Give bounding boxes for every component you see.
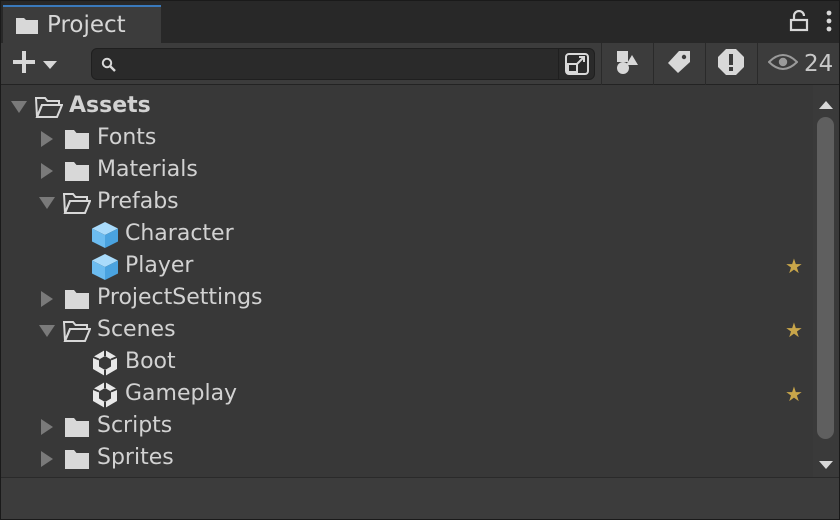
project-tree[interactable]: Assets Fonts Materials Prefabs Character Play… — [1, 85, 813, 477]
lock-icon[interactable] — [789, 9, 809, 36]
tree-item[interactable]: Assets — [1, 91, 813, 123]
scrollbar-thumb[interactable] — [817, 117, 834, 439]
expand-arrow-right-icon[interactable] — [37, 161, 57, 181]
tree-item-label: Gameplay — [125, 381, 238, 406]
tree-item-label: Materials — [97, 157, 198, 182]
hidden-count: 24 — [804, 51, 834, 77]
tree-item-label: Scripts — [97, 413, 173, 438]
folder-open-icon — [63, 189, 91, 217]
expand-arrow-right-icon[interactable] — [37, 289, 57, 309]
expand-arrow-right-icon[interactable] — [37, 129, 57, 149]
favorite-star-icon[interactable]: ★ — [785, 318, 803, 342]
warning-icon — [717, 48, 745, 80]
tree-item[interactable]: Character — [1, 219, 813, 251]
tab-project[interactable]: Project — [3, 5, 161, 43]
folder-open-icon — [35, 93, 63, 121]
prefab-icon — [91, 253, 119, 281]
tree-item-label: Sprites — [97, 445, 174, 470]
footer-bar — [1, 477, 839, 519]
expand-arrow-right-icon[interactable] — [37, 417, 57, 437]
tree-item[interactable]: Gameplay ★ — [1, 379, 813, 411]
chevron-down-icon — [43, 55, 57, 74]
folder-icon — [63, 413, 91, 441]
tree-item[interactable]: ProjectSettings — [1, 283, 813, 315]
tag-icon — [667, 50, 691, 78]
hidden-packages-toggle[interactable]: 24 — [757, 43, 839, 85]
prefab-icon — [91, 221, 119, 249]
folder-open-icon — [63, 317, 91, 345]
search-divider — [558, 49, 559, 79]
favorite-star-icon[interactable]: ★ — [785, 382, 803, 406]
plus-icon — [11, 49, 37, 79]
tree-item-label: Fonts — [97, 125, 157, 150]
scroll-down-icon[interactable] — [819, 455, 833, 474]
unity-scene-icon — [91, 349, 119, 377]
shapes-icon — [614, 49, 640, 79]
tree-item[interactable]: Prefabs — [1, 187, 813, 219]
folder-icon — [63, 445, 91, 473]
folder-icon — [63, 157, 91, 185]
more-icon[interactable] — [825, 10, 833, 36]
tree-item[interactable]: Boot — [1, 347, 813, 379]
search-input[interactable] — [122, 51, 558, 77]
tree-item-label: ProjectSettings — [97, 285, 263, 310]
tab-bar: Project — [1, 1, 839, 43]
tree-item[interactable]: Player ★ — [1, 251, 813, 283]
expand-arrow-down-icon[interactable] — [9, 97, 29, 117]
tab-title: Project — [47, 12, 126, 38]
filter-by-label-button[interactable] — [653, 43, 703, 85]
filter-by-type-button[interactable] — [601, 43, 651, 85]
tree-item[interactable]: Scenes ★ — [1, 315, 813, 347]
expand-arrow-right-icon[interactable] — [37, 449, 57, 469]
favorite-star-icon[interactable]: ★ — [785, 254, 803, 278]
folder-icon — [63, 285, 91, 313]
filter-by-log-type-button[interactable] — [705, 43, 755, 85]
tree-item-label: Prefabs — [97, 189, 179, 214]
search-icon — [101, 57, 117, 77]
tree-item-label: Scenes — [97, 317, 176, 342]
expand-arrow-down-icon[interactable] — [37, 321, 57, 341]
tree-item-label: Player — [125, 253, 194, 278]
tree-item[interactable]: Fonts — [1, 123, 813, 155]
folder-icon — [63, 125, 91, 153]
project-window: Project 24 Assets Fonts Materials Prefab… — [0, 0, 840, 520]
tree-item-label: Boot — [125, 349, 176, 374]
search-field[interactable] — [91, 48, 595, 80]
tree-item-label: Character — [125, 221, 234, 246]
tree-item[interactable]: Materials — [1, 155, 813, 187]
eye-icon — [767, 52, 799, 76]
tree-item[interactable]: Sprites — [1, 443, 813, 475]
create-button[interactable] — [11, 49, 67, 79]
toolbar: 24 — [1, 43, 839, 85]
unity-scene-icon — [91, 381, 119, 409]
vertical-scrollbar[interactable] — [813, 85, 839, 477]
scroll-up-icon[interactable] — [819, 95, 833, 114]
tree-item[interactable]: Scripts — [1, 411, 813, 443]
expand-arrow-down-icon[interactable] — [37, 193, 57, 213]
tree-item-label: Assets — [69, 93, 151, 118]
open-in-window-icon[interactable] — [564, 52, 590, 76]
folder-icon — [15, 15, 39, 35]
